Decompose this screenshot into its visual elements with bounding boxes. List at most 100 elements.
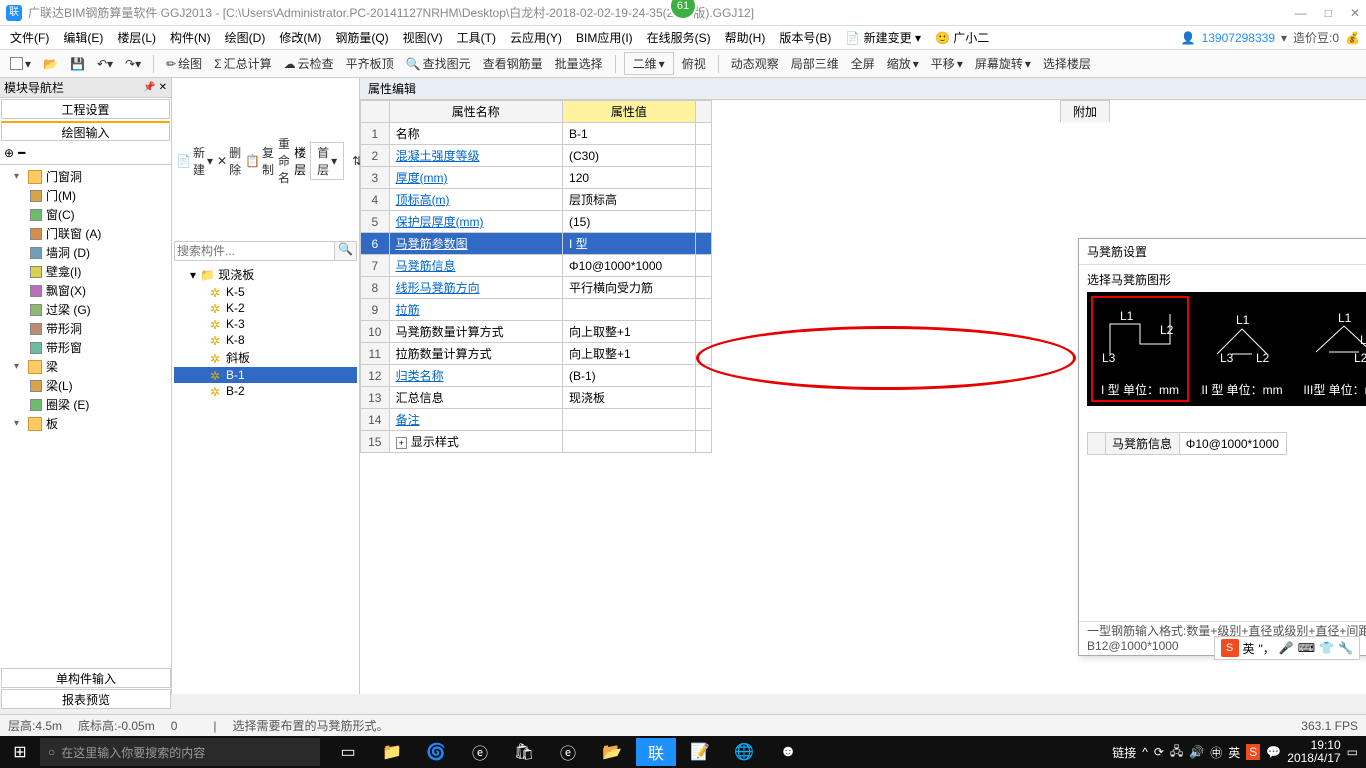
search-button[interactable]: 🔍 xyxy=(335,241,357,261)
delete-component-button[interactable]: ✕删除 xyxy=(217,144,241,178)
shape-type-3[interactable]: L1L3L2 III型 单位：mm xyxy=(1295,296,1366,402)
menu-draw[interactable]: 绘图(D) xyxy=(221,27,270,48)
phone-number[interactable]: 13907298339 xyxy=(1202,31,1275,45)
property-row[interactable]: 1名称B-1 xyxy=(361,123,712,145)
tray-link[interactable]: 链接 xyxy=(1112,744,1136,761)
tray-lang[interactable]: 英 xyxy=(1228,744,1240,761)
property-row[interactable]: 7马凳筋信息Φ10@1000*1000 xyxy=(361,255,712,277)
pan-button[interactable]: 平移▾ xyxy=(927,53,967,74)
nav-item[interactable]: 门联窗 (A) xyxy=(2,224,169,243)
undo-button[interactable]: ↶▾ xyxy=(93,55,117,73)
mid-item[interactable]: ✲ K-8 xyxy=(174,332,357,348)
task-ie[interactable]: ⓔ xyxy=(548,738,588,766)
sogou-icon[interactable]: S xyxy=(1221,639,1239,657)
floor-select[interactable]: 首层 ▾ xyxy=(310,142,344,180)
align-top-button[interactable]: 平齐板顶 xyxy=(342,53,398,74)
ime-keyboard-icon[interactable]: ⌨ xyxy=(1298,641,1315,655)
ime-bar[interactable]: S 英 "， 🎤 ⌨ 👕 🔧 xyxy=(1214,636,1360,660)
menu-edit[interactable]: 编辑(E) xyxy=(59,27,107,48)
minimize-button[interactable]: — xyxy=(1295,6,1307,20)
menu-component[interactable]: 构件(N) xyxy=(166,27,215,48)
menu-help[interactable]: 帮助(H) xyxy=(721,27,770,48)
task-browser[interactable]: 🌐 xyxy=(724,738,764,766)
new-component-button[interactable]: 📄新建▾ xyxy=(176,144,213,178)
collapse-icon[interactable]: ━ xyxy=(18,146,25,160)
nav-item[interactable]: 圈梁 (E) xyxy=(2,395,169,414)
fullscreen-button[interactable]: 全屏 xyxy=(847,53,879,74)
save-button[interactable]: 💾 xyxy=(66,55,89,73)
menu-rebar[interactable]: 钢筋量(Q) xyxy=(331,27,392,48)
ime-skin-icon[interactable]: 👕 xyxy=(1319,641,1334,655)
info-value[interactable]: Φ10@1000*1000 xyxy=(1179,433,1286,455)
property-row[interactable]: 12归类名称(B-1) xyxy=(361,365,712,387)
mid-item[interactable]: ✲ B-2 xyxy=(174,383,357,399)
tray-notif-icon[interactable]: ▭ xyxy=(1347,745,1358,759)
tray-sync-icon[interactable]: ⟳ xyxy=(1154,745,1164,759)
find-element-button[interactable]: 🔍 查找图元 xyxy=(402,53,475,74)
nav-group[interactable]: ▾ 梁 xyxy=(2,357,169,376)
shape-type-2[interactable]: L1L3L2 II 型 单位：mm xyxy=(1193,296,1291,402)
property-row[interactable]: 6马凳筋参数图I 型 xyxy=(361,233,712,255)
nav-item[interactable]: 飘窗(X) xyxy=(2,281,169,300)
mid-item[interactable]: ✲ K-2 xyxy=(174,300,357,316)
tray-clock[interactable]: 19:10 2018/4/17 xyxy=(1287,739,1340,765)
ime-mic-icon[interactable]: 🎤 xyxy=(1279,641,1294,655)
tab-draw-input[interactable]: 绘图输入 xyxy=(1,121,170,141)
nav-item[interactable]: 梁(L) xyxy=(2,376,169,395)
nav-group[interactable]: ▾ 门窗洞 xyxy=(2,167,169,186)
nav-item[interactable]: 窗(C) xyxy=(2,205,169,224)
nav-item[interactable]: 门(M) xyxy=(2,186,169,205)
menu-floor[interactable]: 楼层(L) xyxy=(113,27,160,48)
local-3d-button[interactable]: 局部三维 xyxy=(787,53,843,74)
task-view-button[interactable]: ▭ xyxy=(328,738,368,766)
open-button[interactable]: 📂 xyxy=(39,55,62,73)
property-row[interactable]: 8线形马凳筋方向平行横向受力筋 xyxy=(361,277,712,299)
shape-type-1[interactable]: L3L1L2 I 型 单位：mm xyxy=(1091,296,1189,402)
rename-component-button[interactable]: 重命名 xyxy=(278,135,290,186)
view-2d-select[interactable]: 二维 ▾ xyxy=(624,52,674,75)
tray-sogou[interactable]: S xyxy=(1246,744,1260,760)
task-app3[interactable]: ☻ xyxy=(768,738,808,766)
sum-button[interactable]: Σ 汇总计算 xyxy=(210,53,275,74)
property-row[interactable]: 13汇总信息现浇板 xyxy=(361,387,712,409)
nav-group[interactable]: ▾ 板 xyxy=(2,414,169,432)
expand-icon[interactable]: ⊕ xyxy=(4,146,14,160)
property-row[interactable]: 5保护层厚度(mm)(15) xyxy=(361,211,712,233)
menu-file[interactable]: 文件(F) xyxy=(6,27,53,48)
nav-item[interactable]: 墙洞 (D) xyxy=(2,243,169,262)
dropdown-icon[interactable]: ▾ xyxy=(1281,31,1287,45)
menu-cloud[interactable]: 云应用(Y) xyxy=(506,27,566,48)
mid-item[interactable]: ✲ K-5 xyxy=(174,284,357,300)
draw-button[interactable]: ✏ 绘图 xyxy=(162,53,206,74)
search-input[interactable] xyxy=(174,241,335,261)
tray-vol-icon[interactable]: 🔊 xyxy=(1189,745,1204,759)
select-floor-button[interactable]: 选择楼层 xyxy=(1039,53,1095,74)
ime-tool-icon[interactable]: 🔧 xyxy=(1338,641,1353,655)
property-row[interactable]: 10马凳筋数量计算方式向上取整+1 xyxy=(361,321,712,343)
batch-select-button[interactable]: 批量选择 xyxy=(551,53,607,74)
tab-report-preview[interactable]: 报表预览 xyxy=(1,689,171,709)
tab-project-settings[interactable]: 工程设置 xyxy=(1,99,170,119)
tab-single-component[interactable]: 单构件输入 xyxy=(1,668,171,688)
mid-item[interactable]: ✲ B-1 xyxy=(174,367,357,383)
zoom-button[interactable]: 缩放▾ xyxy=(883,53,923,74)
property-row[interactable]: 15+显示样式 xyxy=(361,431,712,453)
cloud-check-button[interactable]: ☁ 云检查 xyxy=(280,53,338,74)
helper-button[interactable]: 🙂 广小二 xyxy=(931,27,993,48)
nav-item[interactable]: 带形窗 xyxy=(2,338,169,357)
property-row[interactable]: 9拉筋 xyxy=(361,299,712,321)
tray-msg-icon[interactable]: 💬 xyxy=(1266,745,1281,759)
copy-component-button[interactable]: 📋复制 xyxy=(245,144,274,178)
menu-bim[interactable]: BIM应用(I) xyxy=(572,27,637,48)
mid-item[interactable]: ✲ K-3 xyxy=(174,316,357,332)
task-store[interactable]: 🛍 xyxy=(504,738,544,766)
task-app2[interactable]: 📝 xyxy=(680,738,720,766)
nav-item[interactable]: 壁龛(I) xyxy=(2,262,169,281)
menu-online[interactable]: 在线服务(S) xyxy=(643,27,715,48)
property-row[interactable]: 3厚度(mm)120 xyxy=(361,167,712,189)
tray-up-icon[interactable]: ^ xyxy=(1142,745,1148,759)
menu-modify[interactable]: 修改(M) xyxy=(275,27,325,48)
task-folder[interactable]: 📁 xyxy=(372,738,412,766)
property-row[interactable]: 2混凝土强度等级(C30) xyxy=(361,145,712,167)
maximize-button[interactable]: □ xyxy=(1325,6,1332,20)
